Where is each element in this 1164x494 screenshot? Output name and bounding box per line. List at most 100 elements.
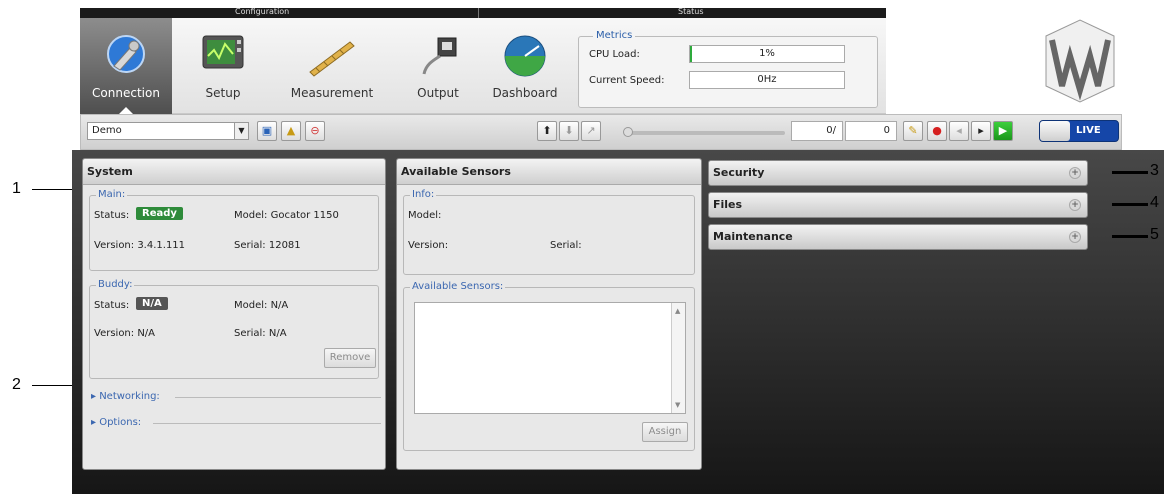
tab-measurement[interactable]: Measurement	[276, 18, 388, 114]
cpu-load-label: CPU Load:	[589, 49, 640, 60]
tab-dashboard[interactable]: Dashboard	[486, 18, 564, 114]
gocator-app: Configuration Status Connection Setup Me…	[72, 0, 1164, 494]
tab-setup-label: Setup	[205, 86, 241, 100]
version-value: Version: 3.4.1.111	[94, 240, 186, 251]
main-area: System Main: Status: Ready Model: Gocato…	[72, 150, 1164, 494]
load-job-button[interactable]: ▲	[281, 121, 301, 141]
record-button[interactable]: ●	[927, 121, 947, 141]
tab-dashboard-label: Dashboard	[492, 86, 558, 100]
export-button[interactable]: ↗	[581, 121, 601, 141]
chevron-down-icon[interactable]: ▼	[234, 123, 248, 139]
cpu-load-bar: 1%	[689, 45, 845, 63]
options-expander-label: ▸ Options:	[91, 417, 142, 428]
current-speed-value: 0Hz	[757, 74, 777, 85]
cpu-load-fill	[690, 46, 692, 62]
step-forward-button[interactable]: ▸	[971, 121, 991, 141]
callout-2: 2	[12, 376, 21, 393]
slider-handle[interactable]	[623, 127, 633, 137]
files-panel-header[interactable]: Files +	[708, 192, 1088, 218]
live-toggle-switch[interactable]	[1040, 121, 1070, 141]
maintenance-panel-header[interactable]: Maintenance +	[708, 224, 1088, 250]
job-select-value: Demo	[92, 125, 122, 136]
wand-icon: ✎	[908, 124, 918, 137]
tab-output-label: Output	[417, 86, 459, 100]
step-back-icon: ◂	[956, 124, 962, 137]
security-panel-header[interactable]: Security +	[708, 160, 1088, 186]
metrics-legend: Metrics	[593, 30, 636, 41]
expand-plus-icon[interactable]: +	[1069, 199, 1081, 211]
delete-job-button[interactable]: ⊖	[305, 121, 325, 141]
buddy-version-value: Version: N/A	[94, 328, 156, 339]
networking-expander[interactable]: ▸ Networking:	[91, 391, 381, 402]
ribbon-section-band: Configuration Status	[80, 7, 886, 18]
callout-4-line	[1112, 203, 1148, 206]
play-button[interactable]: ▶	[993, 121, 1013, 141]
folder-icon: ▲	[286, 124, 296, 137]
tab-output[interactable]: Output	[398, 18, 478, 114]
setup-icon	[202, 35, 244, 69]
networking-expander-label: ▸ Networking:	[91, 391, 160, 402]
buddy-model-value: Model: N/A	[234, 300, 289, 311]
step-forward-icon: ▸	[978, 124, 984, 137]
assign-button[interactable]: Assign	[642, 422, 688, 442]
expand-plus-icon[interactable]: +	[1069, 231, 1081, 243]
save-job-button[interactable]: ▣	[257, 121, 277, 141]
sensor-version-label: Version:	[408, 240, 449, 251]
callout-3: 3	[1150, 162, 1159, 179]
buddy-serial-value: Serial: N/A	[234, 328, 287, 339]
clear-button[interactable]: ✎	[903, 121, 923, 141]
maintenance-panel-title: Maintenance	[713, 230, 793, 243]
job-select[interactable]: Demo ▼	[87, 122, 249, 140]
ribbon: Configuration Status Connection Setup Me…	[80, 6, 1164, 114]
tab-connection[interactable]: Connection	[80, 18, 172, 114]
scroll-down-icon[interactable]: ▼	[675, 401, 680, 409]
toolbar: Demo ▼ ▣ ▲ ⊖ ⬆ ⬇ ↗ 0/ 0 ✎ ● ◂ ▸ ▶ LIVE	[80, 114, 1122, 150]
upload-button[interactable]: ⬆	[537, 121, 557, 141]
tab-setup[interactable]: Setup	[180, 18, 266, 114]
options-expander[interactable]: ▸ Options:	[91, 417, 381, 428]
available-sensors-title: Available Sensors	[397, 159, 701, 185]
replay-slider[interactable]	[623, 127, 785, 137]
export-icon: ↗	[586, 124, 596, 137]
callout-3-line	[1112, 171, 1148, 174]
files-panel-title: Files	[713, 198, 743, 211]
callout-5-line	[1112, 235, 1148, 238]
buddy-status-badge: N/A	[136, 297, 168, 310]
ribbon-tools: Connection Setup Measurement Output Dash…	[80, 18, 886, 114]
available-sensors-panel: Available Sensors Info: Model: Version: …	[396, 158, 702, 470]
active-tab-caret	[119, 107, 133, 114]
lmi-logo	[1040, 16, 1120, 106]
frame-total-field[interactable]: 0	[845, 121, 897, 141]
available-sensors-list[interactable]: ▲ ▼	[414, 302, 686, 414]
play-icon: ▶	[998, 124, 1008, 137]
current-speed-label: Current Speed:	[589, 75, 665, 86]
dashboard-icon	[504, 35, 546, 77]
scroll-up-icon[interactable]: ▲	[675, 307, 680, 315]
callout-5: 5	[1150, 226, 1159, 243]
cpu-load-value: 1%	[759, 48, 775, 59]
live-toggle[interactable]: LIVE	[1039, 120, 1119, 142]
expand-plus-icon[interactable]: +	[1069, 167, 1081, 179]
download-icon: ⬇	[564, 124, 574, 137]
frame-current-field[interactable]: 0/	[791, 121, 843, 141]
step-back-button[interactable]: ◂	[949, 121, 969, 141]
tab-measurement-label: Measurement	[290, 86, 374, 100]
save-icon: ▣	[261, 124, 273, 137]
measurement-icon	[309, 41, 355, 77]
live-label: LIVE	[1076, 125, 1101, 136]
system-panel: System Main: Status: Ready Model: Gocato…	[82, 158, 386, 470]
download-button[interactable]: ⬇	[559, 121, 579, 141]
sensor-info-group: Info: Model: Version: Serial:	[403, 189, 695, 275]
current-speed-bar: 0Hz	[689, 71, 845, 89]
sensor-list-legend: Available Sensors:	[410, 281, 506, 292]
sensor-list-group: Available Sensors: ▲ ▼ Assign	[403, 281, 695, 451]
record-icon: ●	[932, 124, 942, 137]
security-panel-title: Security	[713, 166, 765, 179]
tab-connection-label: Connection	[92, 86, 160, 100]
sensor-serial-label: Serial:	[550, 240, 582, 251]
list-scrollbar[interactable]: ▲ ▼	[671, 303, 685, 413]
connection-icon	[107, 35, 145, 73]
status-label: Status:	[94, 210, 130, 221]
status-badge: Ready	[136, 207, 183, 220]
remove-buddy-button[interactable]: Remove	[324, 348, 376, 368]
